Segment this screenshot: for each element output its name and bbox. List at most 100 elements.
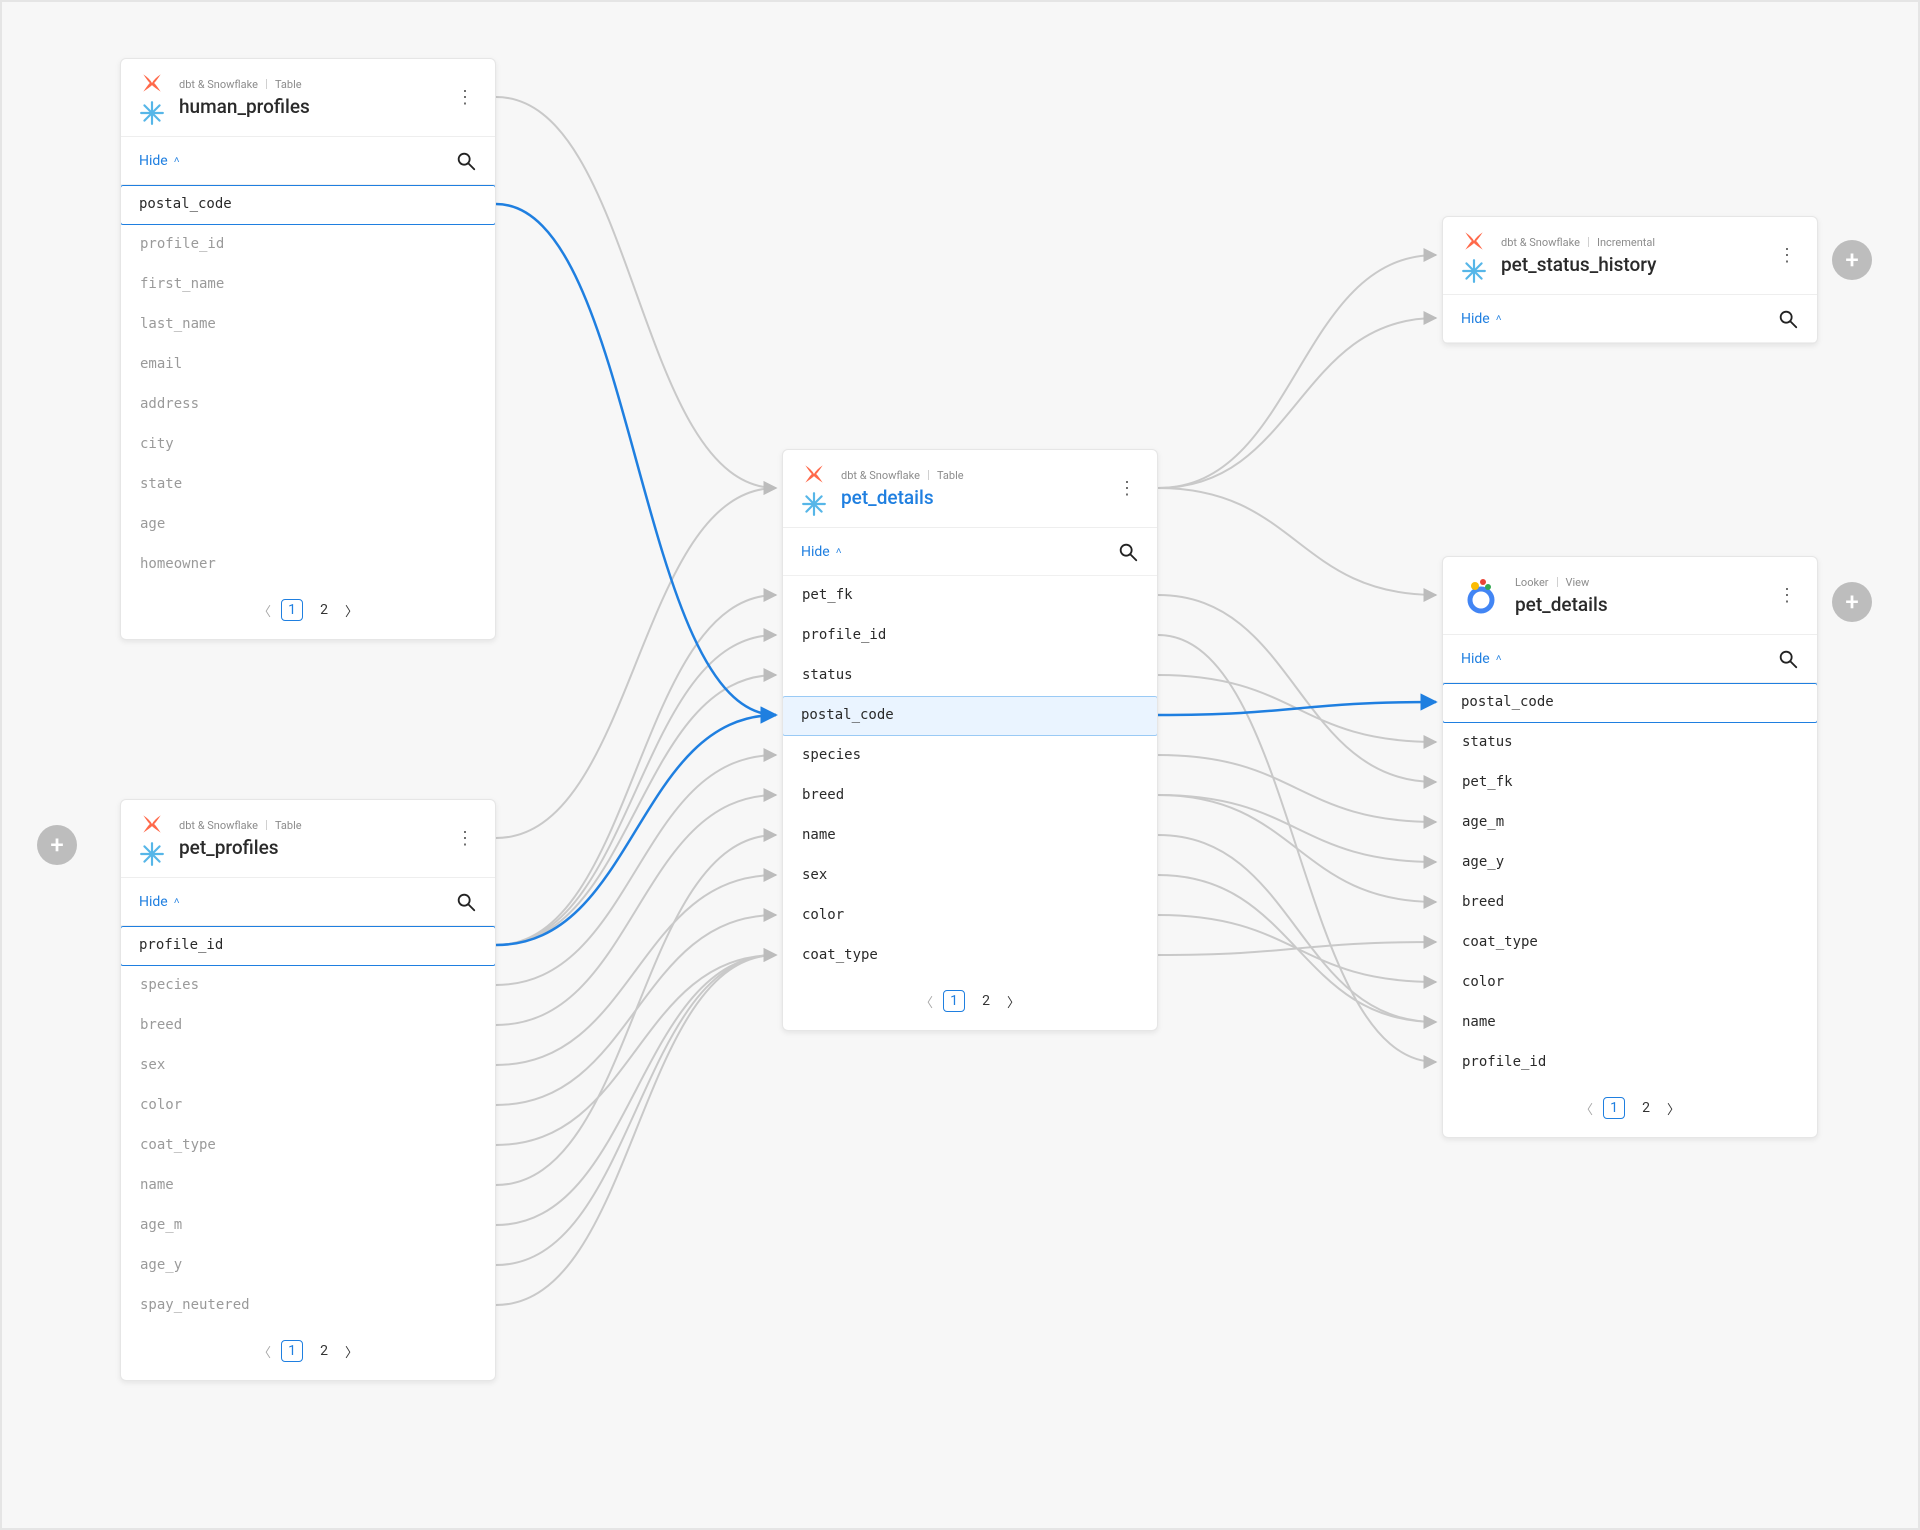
field-pet_fk[interactable]: pet_fk <box>783 576 1157 616</box>
field-breed[interactable]: breed <box>783 776 1157 816</box>
field-address[interactable]: address <box>121 385 495 425</box>
more-menu-button[interactable]: ⋮ <box>1775 580 1799 612</box>
lineage-edge <box>1158 875 1436 1022</box>
pager-next[interactable]: 〉 <box>1667 1099 1680 1118</box>
hide-toggle[interactable]: Hide ˄ <box>139 894 180 910</box>
search-button[interactable] <box>1117 541 1139 563</box>
field-age_m[interactable]: age_m <box>1443 803 1817 843</box>
field-breed[interactable]: breed <box>121 1006 495 1046</box>
field-color[interactable]: color <box>121 1086 495 1126</box>
dbt-icon <box>801 461 827 487</box>
node-title[interactable]: pet_status_history <box>1501 253 1656 276</box>
meta-divider <box>1557 577 1558 587</box>
field-species[interactable]: species <box>783 736 1157 776</box>
pager-page-1[interactable]: 1 <box>1603 1097 1625 1119</box>
pager-page-2[interactable]: 2 <box>313 600 335 620</box>
field-age_y[interactable]: age_y <box>121 1246 495 1286</box>
node-header: dbt & Snowflake Table human_profiles ⋮ <box>121 59 495 137</box>
field-profile_id[interactable]: profile_id <box>121 225 495 265</box>
field-profile_id[interactable]: profile_id <box>783 616 1157 656</box>
field-breed[interactable]: breed <box>1443 883 1817 923</box>
pager-prev[interactable]: 〈 <box>258 601 271 620</box>
lineage-edge <box>496 955 776 1265</box>
field-name[interactable]: name <box>1443 1003 1817 1043</box>
search-button[interactable] <box>1777 308 1799 330</box>
pager-page-2[interactable]: 2 <box>975 991 997 1011</box>
field-profile_id[interactable]: profile_id <box>1443 1043 1817 1083</box>
more-menu-button[interactable]: ⋮ <box>1775 240 1799 272</box>
field-postal_code[interactable]: postal_code <box>1442 683 1818 723</box>
field-pet_fk[interactable]: pet_fk <box>1443 763 1817 803</box>
node-pet_status_history: dbt & Snowflake Incremental pet_status_h… <box>1442 216 1818 344</box>
add-node-button[interactable]: + <box>1832 582 1872 622</box>
field-coat_type[interactable]: coat_type <box>121 1126 495 1166</box>
lineage-edge <box>496 955 776 1225</box>
dbt-snowflake-icon <box>139 811 165 867</box>
node-title[interactable]: human_profiles <box>179 95 310 118</box>
field-color[interactable]: color <box>1443 963 1817 1003</box>
hide-toggle[interactable]: Hide ˄ <box>801 544 842 560</box>
dbt-snowflake-icon <box>801 461 827 517</box>
field-homeowner[interactable]: homeowner <box>121 545 495 585</box>
hide-toggle[interactable]: Hide ˄ <box>1461 311 1502 327</box>
field-profile_id[interactable]: profile_id <box>120 926 496 966</box>
field-state[interactable]: state <box>121 465 495 505</box>
more-menu-button[interactable]: ⋮ <box>453 82 477 114</box>
snowflake-icon <box>139 100 165 126</box>
pager-next[interactable]: 〉 <box>345 1342 358 1361</box>
field-sex[interactable]: sex <box>121 1046 495 1086</box>
pager-next[interactable]: 〉 <box>1007 992 1020 1011</box>
dbt-snowflake-icon <box>1461 228 1487 284</box>
field-last_name[interactable]: last_name <box>121 305 495 345</box>
field-city[interactable]: city <box>121 425 495 465</box>
field-postal_code[interactable]: postal_code <box>120 185 496 225</box>
pager-page-1[interactable]: 1 <box>281 1340 303 1362</box>
node-title[interactable]: pet_profiles <box>179 836 302 859</box>
add-node-button[interactable]: + <box>1832 240 1872 280</box>
field-color[interactable]: color <box>783 896 1157 936</box>
field-sex[interactable]: sex <box>783 856 1157 896</box>
field-email[interactable]: email <box>121 345 495 385</box>
pager: 〈 1 2 〉 <box>783 976 1157 1030</box>
more-menu-button[interactable]: ⋮ <box>1115 473 1139 505</box>
field-postal_code[interactable]: postal_code <box>782 696 1158 736</box>
field-species[interactable]: species <box>121 966 495 1006</box>
field-status[interactable]: status <box>783 656 1157 696</box>
lineage-edge <box>496 755 776 985</box>
field-age[interactable]: age <box>121 505 495 545</box>
node-title[interactable]: pet_details <box>841 486 964 509</box>
lineage-edge <box>1158 835 1436 1022</box>
pager-page-1[interactable]: 1 <box>943 990 965 1012</box>
hide-toggle[interactable]: Hide ˄ <box>139 153 180 169</box>
search-button[interactable] <box>455 891 477 913</box>
field-coat_type[interactable]: coat_type <box>1443 923 1817 963</box>
pager-prev[interactable]: 〈 <box>920 992 933 1011</box>
field-spay_neutered[interactable]: spay_neutered <box>121 1286 495 1326</box>
field-status[interactable]: status <box>1443 723 1817 763</box>
field-name[interactable]: name <box>121 1166 495 1206</box>
lineage-edge <box>1158 255 1436 488</box>
field-age_y[interactable]: age_y <box>1443 843 1817 883</box>
pager-prev[interactable]: 〈 <box>1580 1099 1593 1118</box>
search-icon <box>1777 648 1799 670</box>
pager-page-2[interactable]: 2 <box>1635 1098 1657 1118</box>
hide-toggle[interactable]: Hide ˄ <box>1461 651 1502 667</box>
pager-page-1[interactable]: 1 <box>281 599 303 621</box>
field-age_m[interactable]: age_m <box>121 1206 495 1246</box>
pager-next[interactable]: 〉 <box>345 601 358 620</box>
more-menu-button[interactable]: ⋮ <box>453 823 477 855</box>
search-button[interactable] <box>1777 648 1799 670</box>
field-coat_type[interactable]: coat_type <box>783 936 1157 976</box>
node-source: Looker <box>1515 576 1549 589</box>
node-title[interactable]: pet_details <box>1515 593 1608 616</box>
lineage-edge <box>496 595 776 945</box>
search-button[interactable] <box>455 150 477 172</box>
field-name[interactable]: name <box>783 816 1157 856</box>
search-icon <box>455 150 477 172</box>
field-first_name[interactable]: first_name <box>121 265 495 305</box>
dbt-icon <box>139 70 165 96</box>
pager-page-2[interactable]: 2 <box>313 1341 335 1361</box>
pager-prev[interactable]: 〈 <box>258 1342 271 1361</box>
add-node-button[interactable]: + <box>37 825 77 865</box>
chevron-up-icon: ˄ <box>1496 313 1502 324</box>
